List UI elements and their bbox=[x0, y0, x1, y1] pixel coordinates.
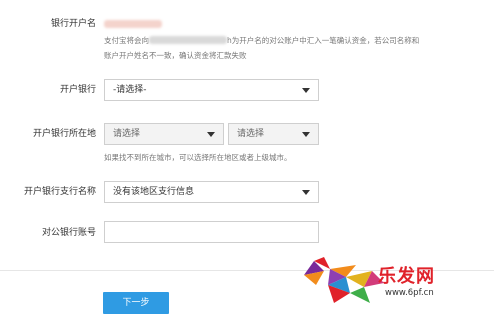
chevron-down-icon bbox=[302, 132, 310, 137]
notice-line-1: 支付宝将会向 h为开户名的对公账户中汇入一笔确认资金，若公司名称和 bbox=[104, 33, 494, 49]
branch-select[interactable]: 没有该地区支行信息 bbox=[104, 181, 319, 203]
notice-line-2: 账户开户姓名不一致，确认资金将汇款失败 bbox=[104, 51, 247, 60]
watermark-brand: 乐发网 bbox=[378, 266, 435, 287]
location-label: 开户银行所在地 bbox=[32, 129, 96, 139]
account-number-label: 对公银行账号 bbox=[41, 228, 96, 238]
city-select[interactable]: 请选择 bbox=[228, 123, 319, 145]
notice-prefix: 支付宝将会向 bbox=[104, 36, 149, 45]
bank-select[interactable]: -请选择- bbox=[104, 79, 319, 101]
account-name-value-redacted bbox=[104, 20, 162, 28]
province-select-value: 请选择 bbox=[113, 129, 141, 139]
watermark-url: www.6pf.cn bbox=[385, 288, 434, 298]
branch-select-value: 没有该地区支行信息 bbox=[113, 187, 195, 197]
notice-redacted bbox=[149, 36, 227, 44]
chevron-down-icon bbox=[302, 88, 310, 93]
chevron-down-icon bbox=[207, 132, 215, 137]
chevron-down-icon bbox=[302, 190, 310, 195]
location-hint: 如果找不到所在城市，可以选择所在地区或者上级城市。 bbox=[104, 153, 292, 162]
bull-logo-icon bbox=[304, 257, 384, 303]
notice-suffix: h为开户名的对公账户中汇入一笔确认资金，若公司名称和 bbox=[227, 36, 420, 45]
next-button[interactable]: 下一步 bbox=[103, 292, 169, 314]
province-select[interactable]: 请选择 bbox=[104, 123, 224, 145]
account-number-input[interactable] bbox=[104, 221, 319, 243]
city-select-value: 请选择 bbox=[237, 129, 265, 139]
branch-label: 开户银行支行名称 bbox=[23, 187, 96, 197]
bank-select-value: -请选择- bbox=[113, 85, 147, 95]
account-name-label: 银行开户名 bbox=[50, 19, 96, 29]
bank-label: 开户银行 bbox=[59, 85, 96, 95]
